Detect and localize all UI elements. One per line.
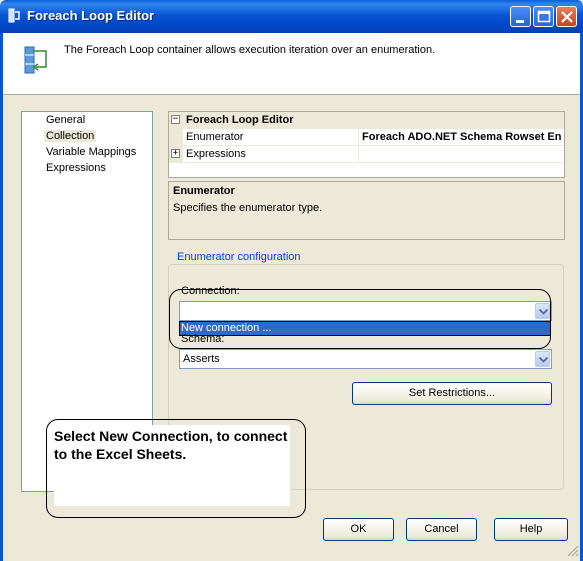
chevron-down-icon[interactable] xyxy=(535,351,550,367)
header-description: The Foreach Loop container allows execut… xyxy=(64,44,436,56)
collapse-icon[interactable]: − xyxy=(171,115,180,124)
description-text: Specifies the enumerator type. xyxy=(173,202,323,214)
foreach-container-icon xyxy=(24,45,50,75)
annotation-highlight xyxy=(169,289,551,349)
set-restrictions-button[interactable]: Set Restrictions... xyxy=(352,382,552,405)
ok-button[interactable]: OK xyxy=(323,518,394,541)
expand-icon[interactable]: + xyxy=(171,149,180,158)
minimize-icon xyxy=(516,20,524,23)
schema-value: Asserts xyxy=(183,353,220,365)
resize-grip-icon[interactable] xyxy=(565,543,579,557)
minimize-button[interactable] xyxy=(510,6,531,27)
nav-item-collection[interactable]: Collection xyxy=(44,130,97,142)
nav-item-general[interactable]: General xyxy=(44,114,87,126)
close-button[interactable] xyxy=(556,6,577,27)
grid-category-label: Foreach Loop Editor xyxy=(186,114,294,126)
annotation-text: Select New Connection, to connect to the… xyxy=(54,428,288,462)
window-title: Foreach Loop Editor xyxy=(27,8,155,23)
window-frame-left xyxy=(0,33,3,561)
maximize-icon xyxy=(537,10,551,23)
nav-item-variable-mappings[interactable]: Variable Mappings xyxy=(44,146,138,158)
group-title: Enumerator configuration xyxy=(174,251,304,263)
foreach-loop-icon xyxy=(6,8,21,23)
grid-row-label: Expressions xyxy=(186,148,246,160)
grid-row-label: Enumerator xyxy=(186,131,244,143)
help-button[interactable]: Help xyxy=(494,518,568,541)
maximize-button[interactable] xyxy=(533,6,554,27)
schema-combobox[interactable]: Asserts xyxy=(179,349,552,369)
grid-row-value[interactable]: Foreach ADO.NET Schema Rowset En xyxy=(362,131,564,143)
grid-splitter[interactable] xyxy=(358,129,359,163)
cancel-button[interactable]: Cancel xyxy=(406,518,477,541)
close-icon xyxy=(561,11,573,23)
header-panel xyxy=(3,33,580,95)
description-title: Enumerator xyxy=(173,185,235,197)
nav-item-expressions[interactable]: Expressions xyxy=(44,162,108,174)
